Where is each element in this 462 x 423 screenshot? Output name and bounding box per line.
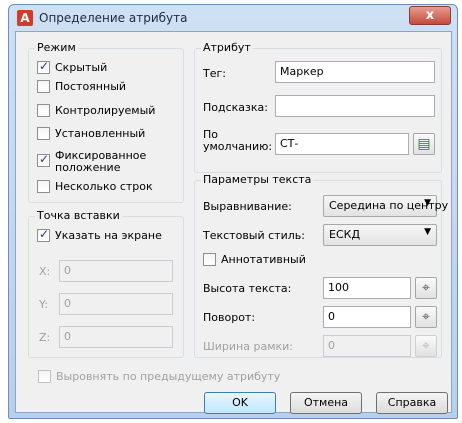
default-label: По умолчанию: <box>203 129 272 153</box>
y-label: Y: <box>39 298 48 311</box>
hidden-label: Скрытый <box>55 61 108 74</box>
checkbox-box[interactable] <box>38 370 51 383</box>
pick-point-icon[interactable]: ⌖ <box>415 335 437 357</box>
tag-label: Тег: <box>203 67 226 80</box>
tag-input[interactable]: Маркер <box>275 61 435 83</box>
title-bar[interactable]: A Определение атрибута x <box>9 5 457 31</box>
text-height-label: Высота текста: <box>203 282 292 295</box>
align-below-previous-label: Выровнять по предыдущему атрибуту <box>56 370 281 383</box>
preset-label: Установленный <box>55 127 146 140</box>
multiline-checkbox[interactable]: Несколько строк <box>37 180 153 193</box>
insertion-legend: Точка вставки <box>35 209 122 222</box>
justify-select[interactable]: Середина по центру ▼ <box>323 195 448 217</box>
text-style-select[interactable]: ЕСКД ▼ <box>323 224 437 246</box>
prompt-label: Подсказка: <box>203 101 268 114</box>
lock-position-checkbox[interactable]: Фиксированное положение <box>37 150 146 174</box>
attribute-legend: Атрибут <box>201 41 253 54</box>
default-input[interactable]: СТ- <box>275 133 409 155</box>
checkbox-box[interactable] <box>37 104 50 117</box>
chevron-down-icon: ▼ <box>424 198 431 208</box>
pick-point-icon[interactable]: ⌖ <box>415 277 437 299</box>
window-title: Определение атрибута <box>39 11 188 25</box>
mode-legend: Режим <box>35 41 78 54</box>
checkbox-box[interactable] <box>37 227 50 242</box>
rotation-input[interactable]: 0 <box>323 306 411 328</box>
cancel-button[interactable]: Отмена <box>290 392 362 414</box>
specify-on-screen-label: Указать на экране <box>55 229 162 242</box>
hidden-checkbox[interactable]: Скрытый <box>37 59 108 74</box>
text-settings-group: Параметры текста Выравнивание: Середина … <box>194 173 448 358</box>
x-label: X: <box>39 265 51 278</box>
autocad-app-icon: A <box>17 10 33 26</box>
text-style-value: ЕСКД <box>329 228 361 241</box>
text-style-label: Текстовый стиль: <box>203 229 305 242</box>
multiline-label: Несколько строк <box>55 180 153 193</box>
ok-button[interactable]: OK <box>204 392 276 414</box>
specify-on-screen-checkbox[interactable]: Указать на экране <box>37 227 162 242</box>
checkbox-box[interactable] <box>37 180 50 193</box>
verify-label: Контролируемый <box>55 104 156 117</box>
pick-point-icon[interactable]: ⌖ <box>415 306 437 328</box>
text-settings-legend: Параметры текста <box>201 173 314 186</box>
default-label-line2: умолчанию: <box>203 140 273 153</box>
help-button[interactable]: Справка <box>376 392 448 414</box>
lock-position-label: Фиксированное положение <box>55 150 146 174</box>
boundary-width-input[interactable]: 0 <box>323 335 411 357</box>
attribute-definition-dialog: A Определение атрибута x Режим Скрытый П… <box>8 4 458 419</box>
rotation-label: Поворот: <box>203 311 256 324</box>
insert-field-icon[interactable]: ▤ <box>413 133 435 155</box>
constant-label: Постоянный <box>55 80 127 93</box>
x-input[interactable]: 0 <box>59 260 173 282</box>
checkbox-box[interactable] <box>37 127 50 140</box>
y-input[interactable]: 0 <box>59 293 173 315</box>
dialog-body: Режим Скрытый Постоянный Контролируемый … <box>15 31 452 414</box>
annotative-label: Аннотативный <box>221 253 306 266</box>
text-height-input[interactable]: 100 <box>323 277 411 299</box>
mode-group: Режим Скрытый Постоянный Контролируемый … <box>28 41 184 203</box>
checkbox-box[interactable] <box>37 80 50 93</box>
boundary-width-label: Ширина рамки: <box>203 340 293 353</box>
close-button[interactable]: x <box>409 6 451 25</box>
lock-position-label-line2: положение <box>55 161 121 174</box>
checkbox-box[interactable] <box>37 59 50 74</box>
attribute-group: Атрибут Тег: Маркер Подсказка: По умолча… <box>194 41 442 173</box>
align-below-previous-checkbox[interactable]: Выровнять по предыдущему атрибуту <box>38 370 280 383</box>
verify-checkbox[interactable]: Контролируемый <box>37 104 155 117</box>
z-input[interactable]: 0 <box>59 326 173 348</box>
checkbox-box[interactable] <box>203 253 216 266</box>
chevron-down-icon: ▼ <box>424 227 431 237</box>
justify-label: Выравнивание: <box>203 200 292 213</box>
insertion-point-group: Точка вставки Указать на экране X: 0 Y: … <box>28 209 184 358</box>
checkbox-box[interactable] <box>37 152 50 167</box>
prompt-input[interactable] <box>275 95 435 117</box>
annotative-checkbox[interactable]: Аннотативный <box>203 253 306 266</box>
preset-checkbox[interactable]: Установленный <box>37 127 145 140</box>
constant-checkbox[interactable]: Постоянный <box>37 80 126 93</box>
z-label: Z: <box>39 331 51 344</box>
